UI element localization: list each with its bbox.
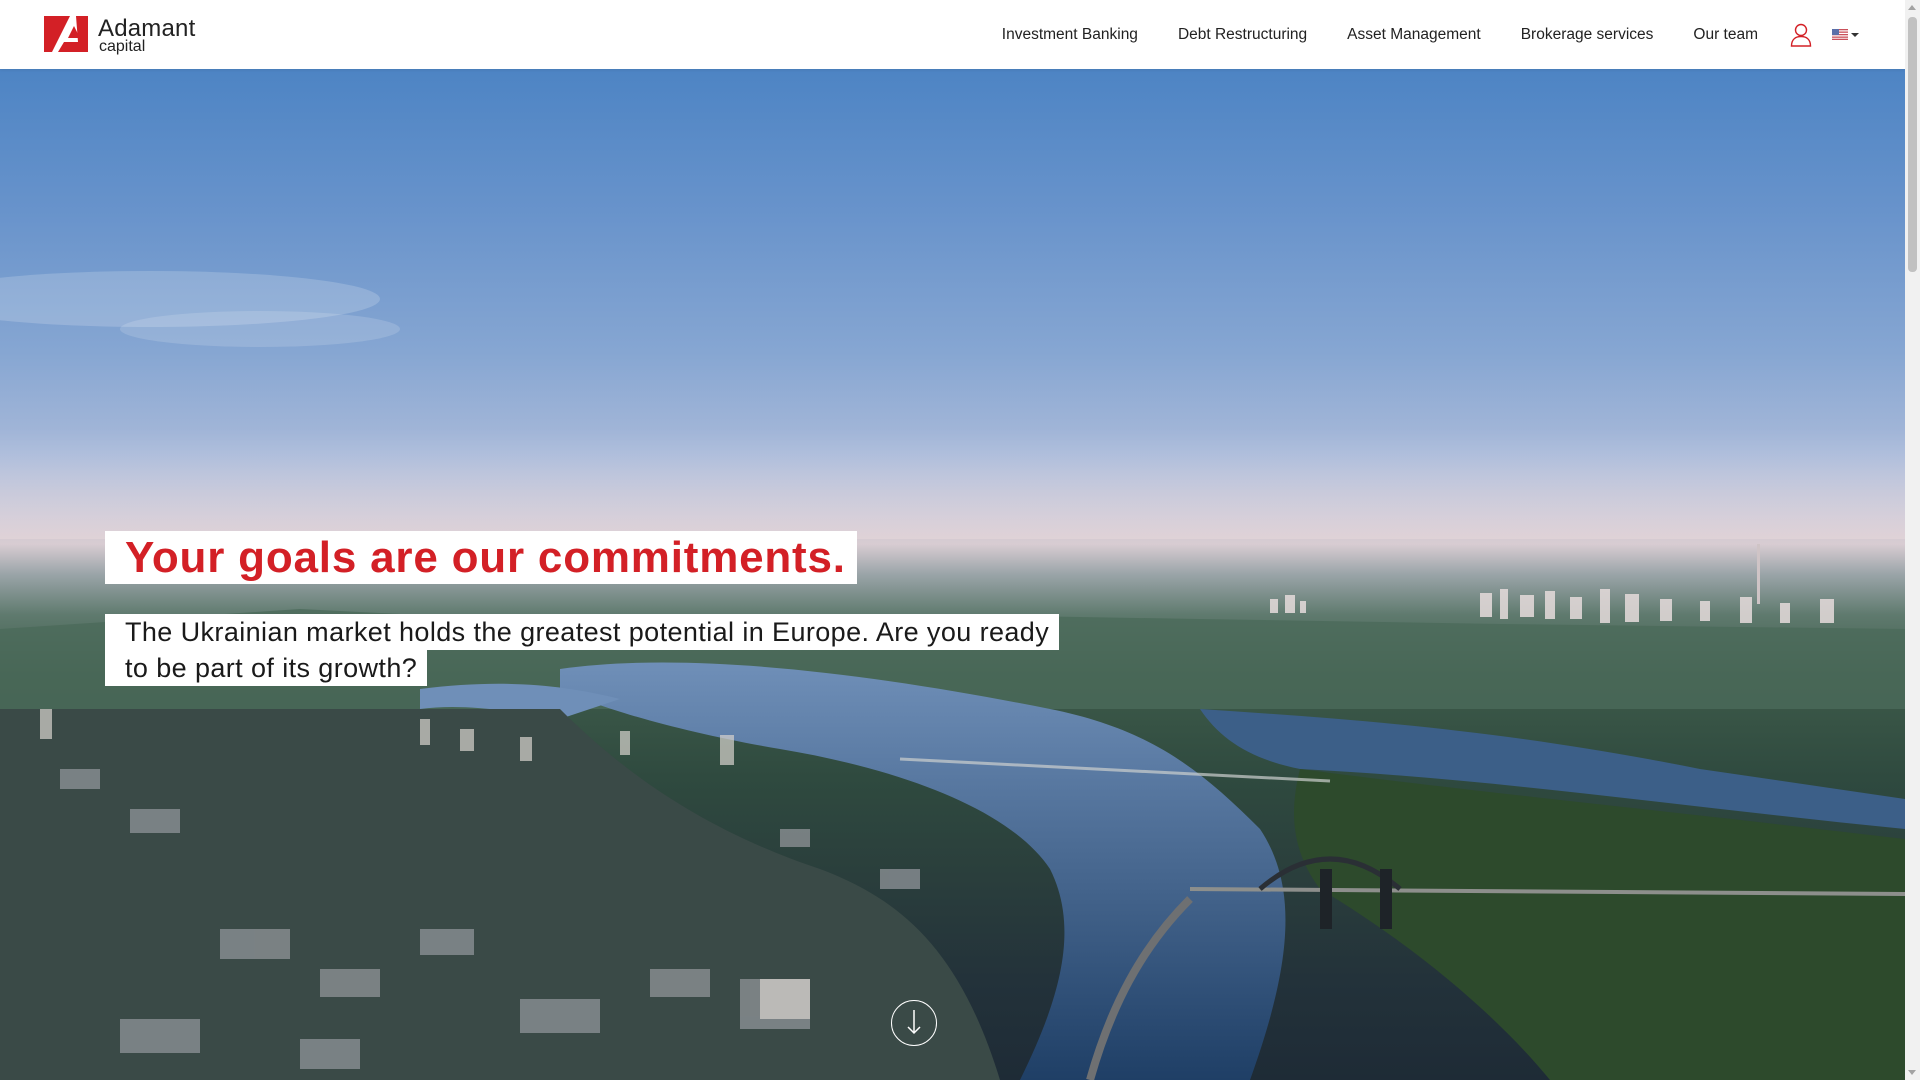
page: Adamant capital Investment Banking Debt …	[0, 0, 1905, 1080]
scrollbar-thumb[interactable]	[1908, 17, 1917, 272]
adamant-logo-icon	[44, 16, 88, 52]
main-nav: Investment Banking Debt Restructuring As…	[1002, 0, 1859, 69]
us-flag-icon	[1832, 29, 1848, 40]
logo-subname: capital	[99, 38, 146, 55]
caret-down-icon	[1851, 32, 1859, 37]
hero-subline-line-1: The Ukrainian market holds the greatest …	[105, 614, 1060, 650]
language-switcher[interactable]	[1832, 29, 1859, 40]
logo-link[interactable]: Adamant capital	[44, 15, 204, 56]
hero-headline-box: Your goals are our commitments.	[105, 531, 857, 584]
site-header: Adamant capital Investment Banking Debt …	[0, 0, 1905, 69]
scroll-down-arrow-icon[interactable]	[1908, 1070, 1916, 1075]
hero-headline: Your goals are our commitments.	[125, 533, 846, 582]
page-scrollbar[interactable]	[1905, 0, 1920, 1080]
nav-debt-restructuring[interactable]: Debt Restructuring	[1178, 26, 1307, 44]
nav-brokerage-services[interactable]: Brokerage services	[1521, 26, 1654, 44]
nav-our-team[interactable]: Our team	[1693, 26, 1758, 44]
scroll-up-arrow-icon[interactable]	[1908, 5, 1916, 10]
hero-section: Your goals are our commitments. The Ukra…	[0, 69, 1905, 1080]
arrow-down-circle-icon	[907, 1010, 921, 1035]
hero-subline-line-2: to be part of its growth?	[105, 650, 428, 686]
nav-investment-banking[interactable]: Investment Banking	[1002, 26, 1138, 44]
hero-subline: The Ukrainian market holds the greatest …	[105, 614, 1090, 686]
scroll-down-button[interactable]	[891, 1000, 937, 1046]
nav-asset-management[interactable]: Asset Management	[1347, 26, 1481, 44]
user-icon[interactable]	[1790, 23, 1812, 47]
